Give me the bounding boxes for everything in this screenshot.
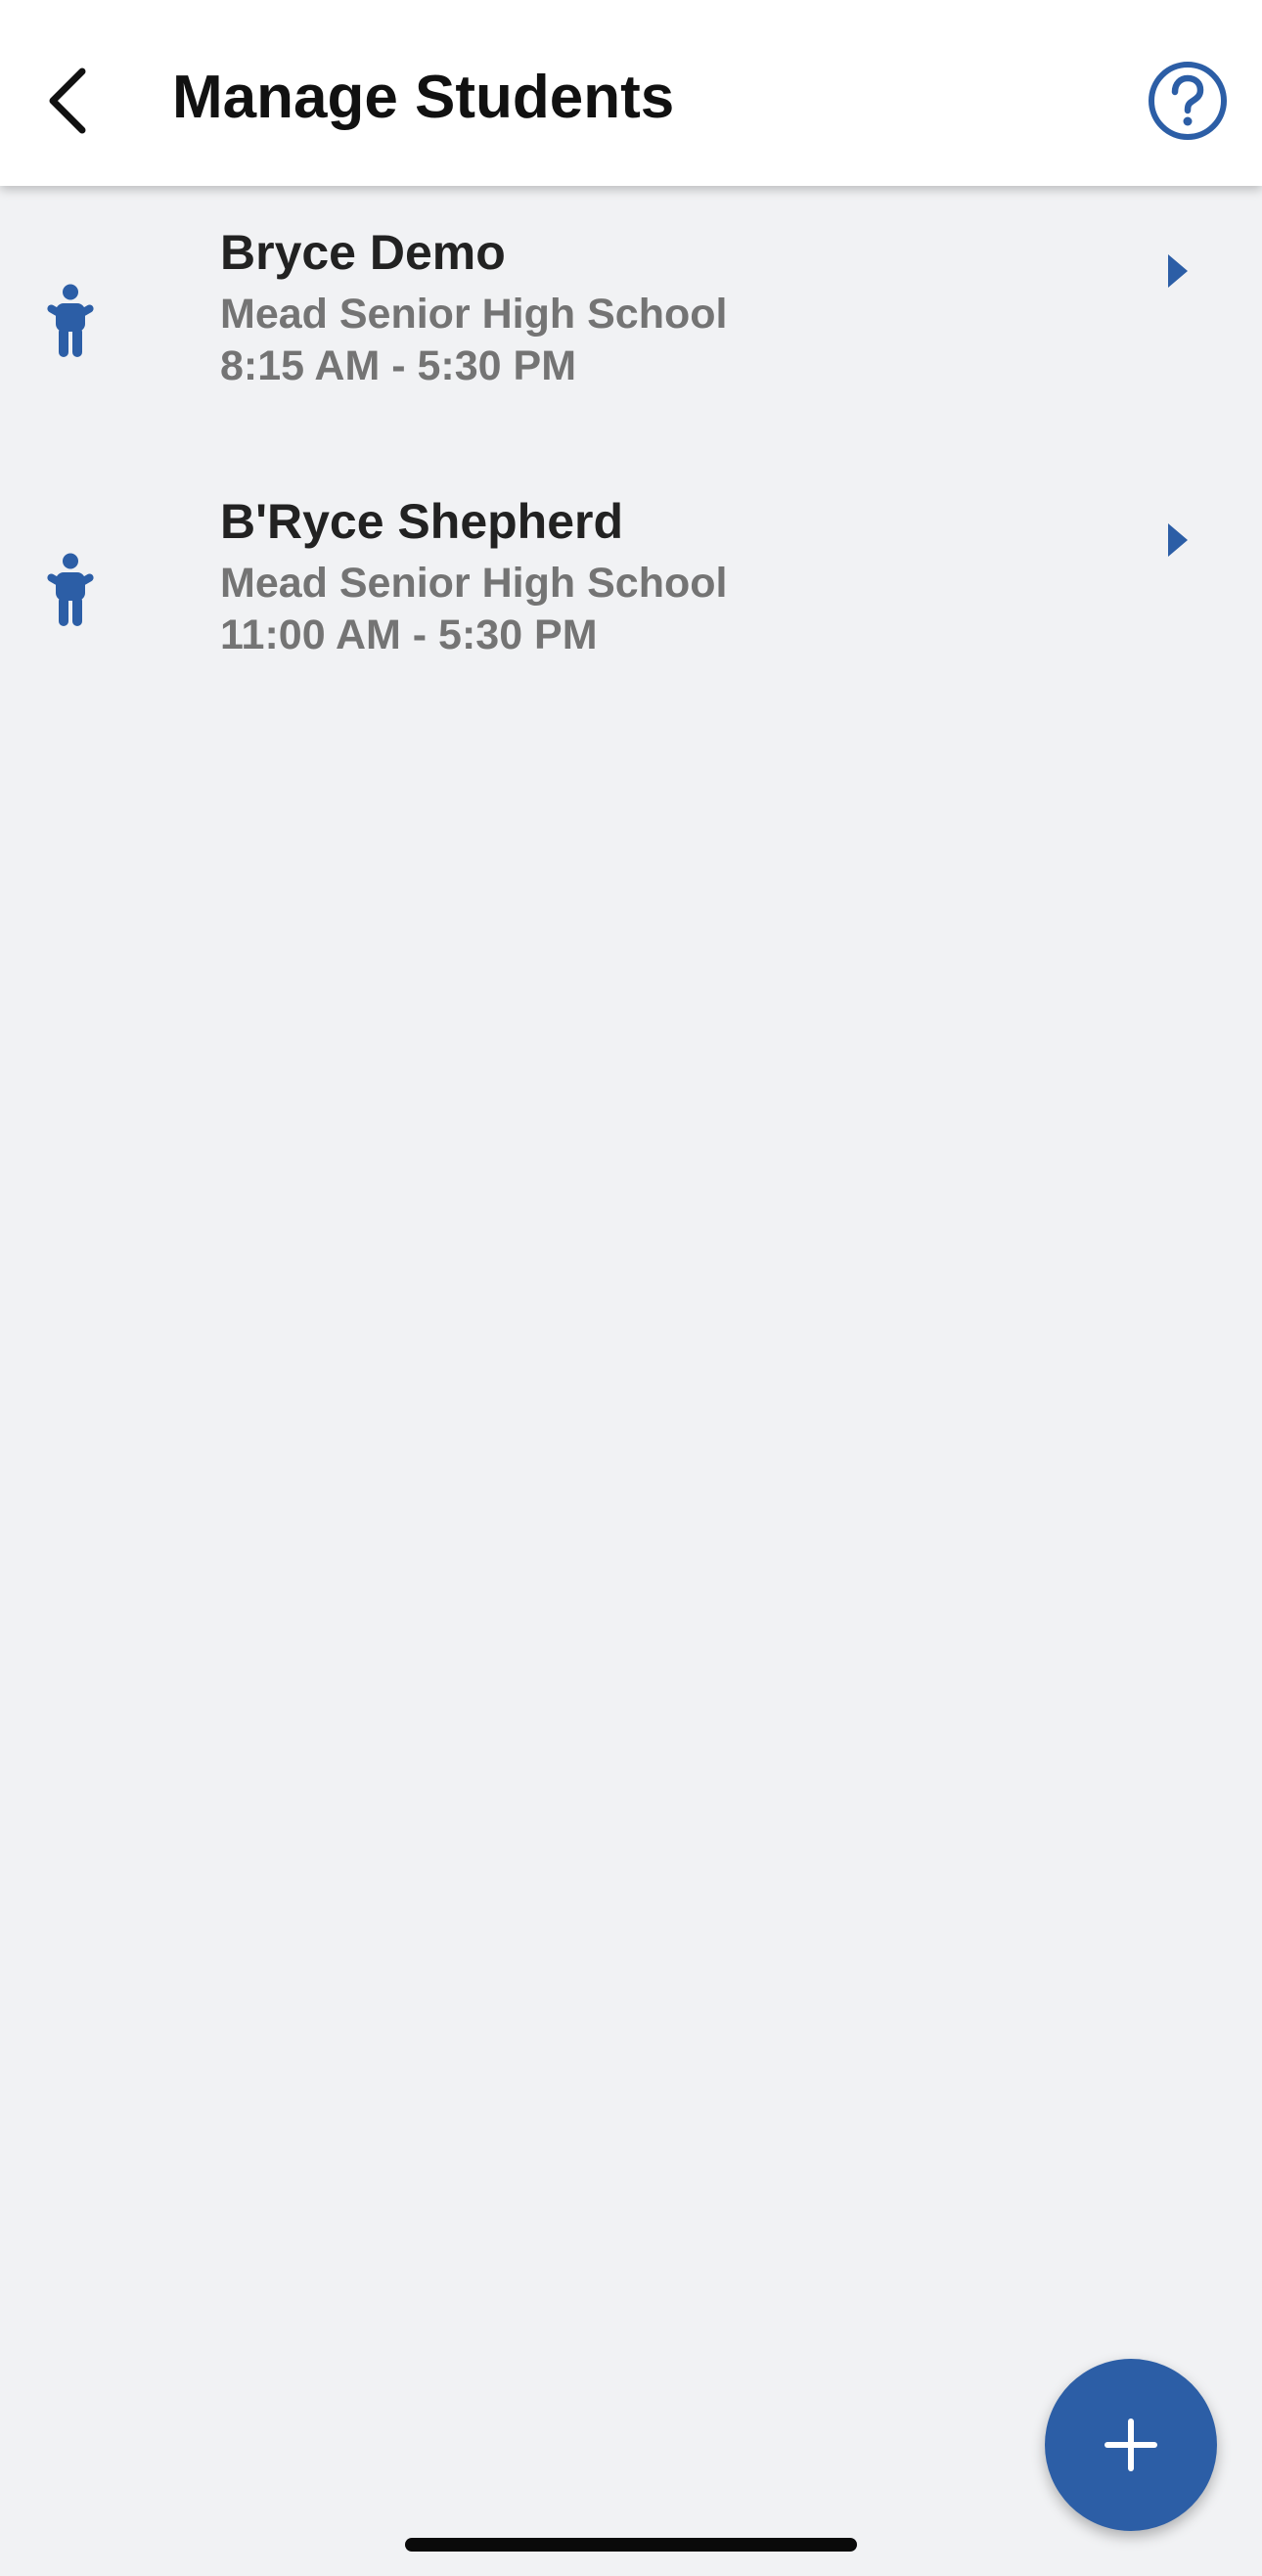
chevron-left-icon	[49, 68, 86, 134]
student-name: B'Ryce Shepherd	[220, 494, 624, 549]
person-icon	[47, 284, 94, 357]
student-name: Bryce Demo	[220, 225, 506, 280]
back-button[interactable]	[29, 54, 108, 148]
manage-students-screen: Manage Students Bryce Demo Mead Senior H…	[0, 0, 1262, 2576]
question-circle-icon	[1149, 62, 1227, 140]
person-icon	[47, 553, 94, 626]
page-title: Manage Students	[172, 64, 675, 131]
add-student-button[interactable]	[1045, 2359, 1217, 2531]
app-bar: Manage Students	[0, 0, 1262, 186]
plus-icon	[1104, 2418, 1157, 2471]
student-hours: 8:15 AM - 5:30 PM	[220, 342, 577, 389]
student-row[interactable]: B'Ryce Shepherd Mead Senior High School …	[0, 455, 1262, 724]
student-row[interactable]: Bryce Demo Mead Senior High School 8:15 …	[0, 186, 1262, 455]
student-school: Mead Senior High School	[220, 291, 728, 338]
student-hours: 11:00 AM - 5:30 PM	[220, 611, 598, 658]
caret-right-icon	[1168, 254, 1188, 288]
student-list: Bryce Demo Mead Senior High School 8:15 …	[0, 186, 1262, 724]
caret-right-icon	[1168, 523, 1188, 557]
home-indicator	[405, 2538, 857, 2552]
help-button[interactable]	[1147, 60, 1229, 142]
student-school: Mead Senior High School	[220, 560, 728, 607]
